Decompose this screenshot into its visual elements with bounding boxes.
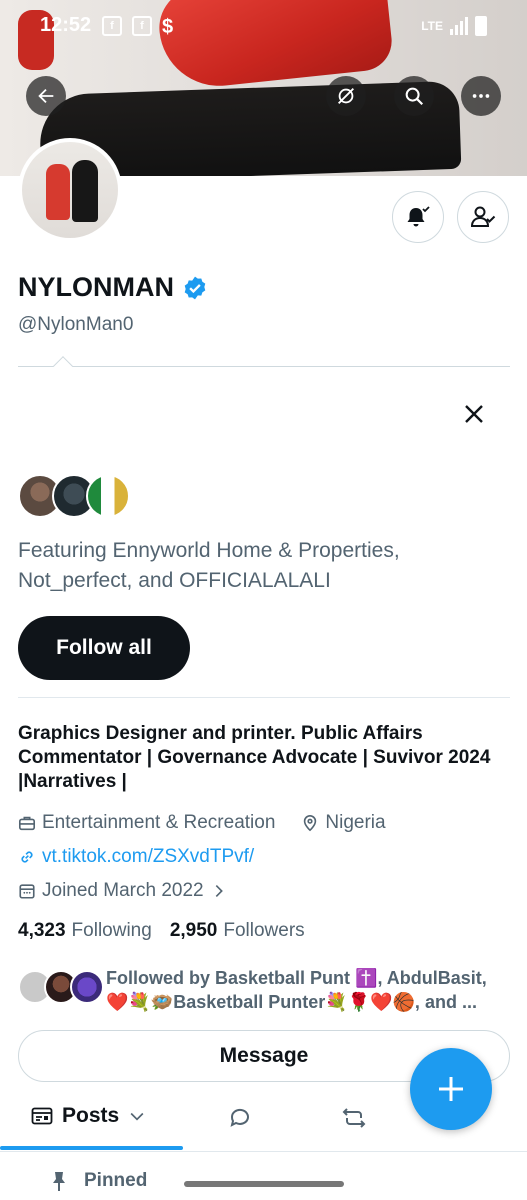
dollar-notification-icon: $ [162,16,174,38]
plus-icon [439,1077,463,1101]
gesture-home-bar[interactable] [184,1181,344,1187]
follower-avatar [70,970,104,1004]
following-count[interactable]: 4,323 [18,920,66,942]
pin-icon [53,1172,65,1191]
grok-icon [338,88,354,104]
profile-name: NYLONMAN [18,272,174,302]
divider-notch [53,356,73,376]
search-icon [405,87,424,106]
profile-joined-row[interactable]: Joined March 2022 [18,880,228,902]
pinned-label-row: Pinned [50,1170,147,1192]
profile-bio: Graphics Designer and printer. Public Af… [18,723,491,792]
following-button[interactable] [457,191,509,243]
contact-notification-icon: f [102,16,122,36]
avatar-figure-red [46,164,70,220]
close-icon[interactable] [460,400,488,428]
link-icon [21,851,33,863]
status-notification-icons: f f $ [102,16,173,39]
profile-avatar[interactable] [18,138,122,242]
follow-all-button[interactable]: Follow all [18,616,190,680]
tab-replies-icon[interactable] [226,1104,254,1132]
profile-location: Nigeria [325,812,386,833]
pinned-label: Pinned [84,1170,148,1191]
suggestions-divider [18,356,510,376]
compose-post-button[interactable] [410,1048,492,1130]
verified-badge-icon[interactable] [182,275,208,301]
tabs-divider [0,1151,527,1152]
battery-icon [475,16,487,36]
section-divider [18,697,510,698]
suggested-avatars [18,474,138,518]
follow-counts: 4,323 Following 2,950 Followers [18,920,305,942]
profile-handle: @NylonMan0 [18,314,134,335]
location-pin-icon [304,814,317,832]
chevron-right-icon [215,885,223,897]
bell-check-icon [407,206,430,227]
chevron-down-icon [130,1112,144,1121]
suggested-avatar [86,474,130,518]
tab-posts[interactable]: Posts [30,1104,147,1128]
followers-label[interactable]: Followers [223,920,304,942]
notifications-button[interactable] [392,191,444,243]
avatar-image [22,142,118,238]
status-bar: 12:52 f f $ LTE [0,14,527,42]
avatar-figure-black [72,160,98,222]
status-time: 12:52 [40,14,92,36]
status-system-icons: LTE [421,16,487,36]
followed-by-text: Followed by Basketball Punt ✝️, AbdulBas… [106,968,487,1012]
tab-active-indicator [0,1146,183,1150]
briefcase-icon [18,816,36,831]
followers-count[interactable]: 2,950 [170,920,218,942]
tab-reposts-icon[interactable] [340,1104,368,1132]
profile-joined-date: Joined March 2022 [42,880,204,901]
profile-website-link[interactable]: vt.tiktok.com/ZSXvdTPvf/ [42,846,254,868]
following-label[interactable]: Following [72,920,152,942]
profile-category: Entertainment & Recreation [42,812,276,833]
suggestions-featuring-text: Featuring Ennyworld Home & Properties, N… [18,539,400,592]
followed-by-row[interactable]: Followed by Basketball Punt ✝️, AbdulBas… [18,964,508,1014]
arrow-left-icon [38,88,54,104]
back-button[interactable] [26,76,66,116]
profile-website-row[interactable]: vt.tiktok.com/ZSXvdTPvf/ [18,846,254,868]
user-check-icon [470,206,496,227]
profile-category-row: Entertainment & Recreation Nigeria [18,812,386,834]
tab-posts-label: Posts [62,1104,120,1127]
signal-icon [450,17,468,35]
network-type: LTE [421,19,443,33]
contact-notification-icon: f [132,16,152,36]
profile-name-row: NYLONMAN [18,272,208,303]
more-options-button[interactable] [461,76,501,116]
grok-button[interactable] [326,76,366,116]
calendar-icon [19,884,35,899]
more-horizontal-icon [472,94,490,98]
search-button[interactable] [394,76,434,116]
posts-icon [31,1107,53,1125]
